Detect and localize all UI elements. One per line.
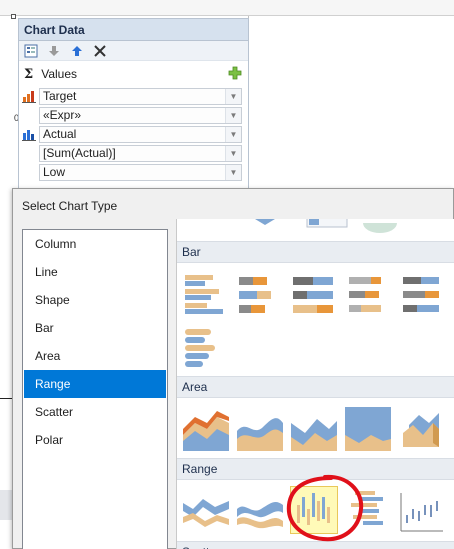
- shape-thumbnail[interactable]: [249, 219, 295, 237]
- shape-thumbnail[interactable]: [303, 219, 349, 237]
- chart-type-area[interactable]: Area: [23, 342, 167, 370]
- range-spline-area-thumbnail[interactable]: [237, 487, 283, 533]
- selection-handle[interactable]: [11, 14, 16, 19]
- value-row-target: Target ▼: [19, 87, 248, 106]
- area-smooth-thumbnail[interactable]: [237, 405, 283, 451]
- section-header-bar: Bar: [177, 241, 454, 263]
- chart-type-gallery: Bar Area Range: [176, 219, 454, 549]
- range-column-thumbnail[interactable]: [290, 486, 338, 534]
- value-field[interactable]: Low ▼: [39, 163, 242, 181]
- area-3d-thumbnail[interactable]: [399, 405, 445, 451]
- chart-type-line[interactable]: Line: [23, 258, 167, 286]
- chart-type-polar[interactable]: Polar: [23, 426, 167, 454]
- value-field[interactable]: Actual ▼: [39, 125, 242, 143]
- chart-type-scatter[interactable]: Scatter: [23, 398, 167, 426]
- bar-stacked-100-thumbnail[interactable]: [291, 271, 337, 317]
- chevron-down-icon[interactable]: ▼: [225, 126, 241, 142]
- design-ruler: [0, 0, 454, 16]
- chart-data-toolbar: [19, 41, 248, 61]
- area-stacked-thumbnail[interactable]: [183, 405, 229, 451]
- value-row-low: Low ▼: [19, 163, 248, 182]
- chart-type-list: Column Line Shape Bar Area Range Scatter…: [22, 229, 168, 549]
- select-chart-type-dialog: Select Chart Type Column Line Shape Bar …: [12, 188, 454, 549]
- section-header-area: Area: [177, 376, 454, 398]
- value-row-actual: Actual ▼: [19, 125, 248, 144]
- properties-icon[interactable]: [22, 42, 40, 60]
- delete-icon[interactable]: [91, 42, 109, 60]
- sigma-icon: Σ: [24, 66, 34, 82]
- value-field[interactable]: [Sum(Actual)] ▼: [39, 144, 242, 162]
- add-icon[interactable]: [228, 66, 242, 80]
- bar-chart-icon: [19, 87, 39, 106]
- value-field-text: Low: [43, 165, 66, 179]
- bar-3d-cylinder-thumbnail[interactable]: [399, 271, 445, 317]
- value-row-expr: «Expr» ▼: [19, 106, 248, 125]
- bar-3d-thumbnail[interactable]: [345, 271, 391, 317]
- bar-cylinder-thumbnail[interactable]: [183, 325, 229, 371]
- move-up-icon[interactable]: [68, 42, 86, 60]
- area-100-thumbnail[interactable]: [345, 405, 391, 451]
- chart-type-bar[interactable]: Bar: [23, 314, 167, 342]
- chart-type-column[interactable]: Column: [23, 230, 167, 258]
- chart-type-range[interactable]: Range: [24, 370, 166, 398]
- section-header-range: Range: [177, 458, 454, 480]
- value-field-text: Target: [43, 89, 77, 103]
- shape-thumbnail[interactable]: [357, 219, 403, 237]
- value-field-text: Actual: [43, 127, 77, 141]
- chevron-down-icon[interactable]: ▼: [225, 164, 241, 180]
- values-label: Values: [41, 67, 78, 81]
- value-field-text: [Sum(Actual)]: [43, 146, 116, 160]
- chevron-down-icon[interactable]: ▼: [225, 145, 241, 161]
- area-thumbnail[interactable]: [291, 405, 337, 451]
- section-header-scatter: Scatter: [177, 541, 454, 549]
- value-field[interactable]: Target ▼: [39, 87, 242, 105]
- range-bar-thumbnail[interactable]: [345, 487, 391, 533]
- move-down-icon[interactable]: [45, 42, 63, 60]
- value-row-sum-actual: [Sum(Actual)] ▼: [19, 144, 248, 163]
- chart-data-title: Chart Data: [19, 19, 248, 41]
- design-divider: [0, 398, 12, 399]
- chart-type-shape[interactable]: Shape: [23, 286, 167, 314]
- value-field[interactable]: «Expr» ▼: [39, 106, 242, 124]
- chart-data-panel: Chart Data Σ Values Target ▼ «Expr» ▼ Ac…: [18, 18, 249, 190]
- design-band: [0, 490, 12, 520]
- column-chart-icon: [19, 125, 39, 144]
- chevron-down-icon[interactable]: ▼: [225, 88, 241, 104]
- bar-stacked-thumbnail[interactable]: [237, 271, 283, 317]
- bar-clustered-thumbnail[interactable]: [183, 271, 229, 317]
- chevron-down-icon[interactable]: ▼: [225, 107, 241, 123]
- dialog-title: Select Chart Type: [22, 199, 118, 213]
- values-header: Σ Values: [19, 61, 248, 87]
- range-error-bar-thumbnail[interactable]: [399, 487, 445, 533]
- value-field-text: «Expr»: [43, 108, 82, 122]
- range-area-thumbnail[interactable]: [183, 487, 229, 533]
